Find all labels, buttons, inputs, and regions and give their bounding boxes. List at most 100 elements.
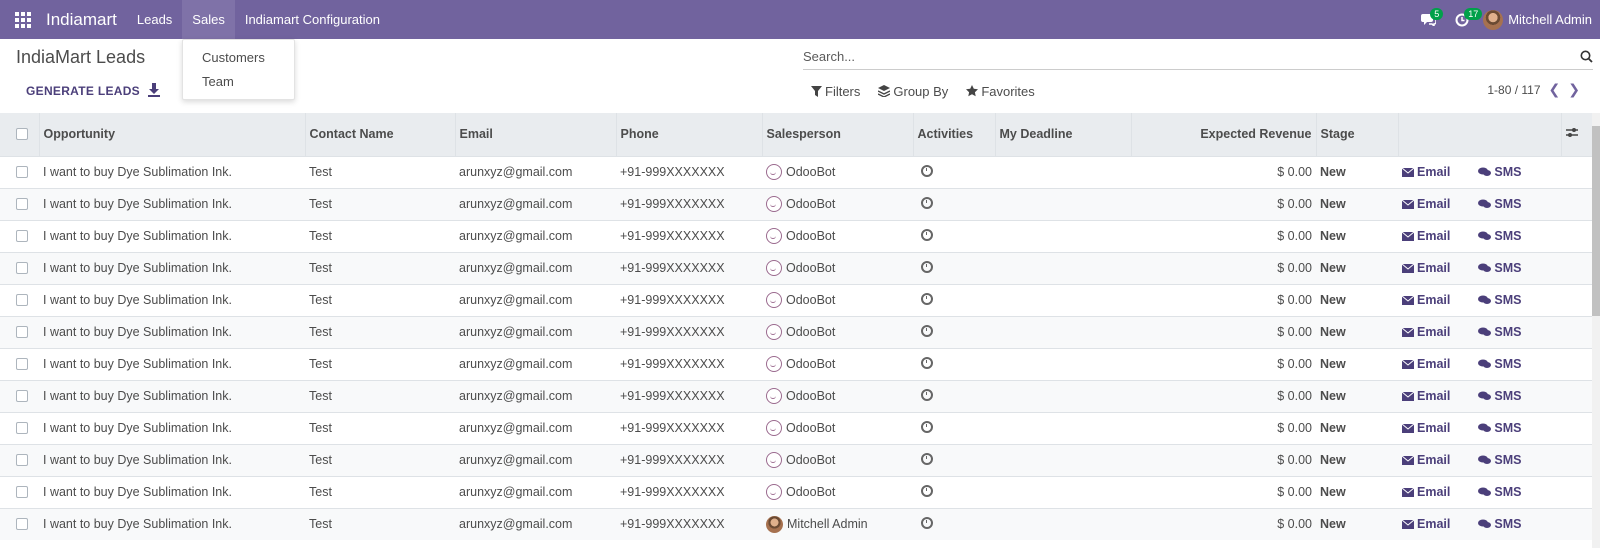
cell-phone[interactable]: +91-999XXXXXXX [616, 412, 762, 444]
email-action-button[interactable]: Email [1402, 261, 1450, 275]
cell-salesperson[interactable]: Mitchell Admin [762, 508, 913, 540]
sliders-icon[interactable] [1565, 127, 1578, 138]
column-stage[interactable]: Stage [1315, 113, 1398, 156]
app-brand[interactable]: Indiamart [46, 10, 117, 30]
row-select-cell[interactable] [0, 444, 39, 476]
cell-contact-name[interactable]: Test [305, 284, 455, 316]
cell-contact-name[interactable]: Test [305, 156, 455, 188]
groupby-toggle[interactable]: Group By [878, 84, 948, 99]
cell-email[interactable]: arunxyz@gmail.com [455, 252, 616, 284]
column-salesperson[interactable]: Salesperson [761, 113, 913, 156]
row-select-cell[interactable] [0, 412, 39, 444]
cell-contact-name[interactable]: Test [305, 220, 455, 252]
cell-opportunity[interactable]: I want to buy Dye Sublimation Ink. [39, 220, 305, 252]
cell-email[interactable]: arunxyz@gmail.com [455, 284, 616, 316]
activity-clock-icon[interactable] [921, 196, 933, 209]
menu-leads[interactable]: Leads [127, 0, 182, 39]
email-action-button[interactable]: Email [1402, 165, 1450, 179]
activity-clock-icon[interactable] [921, 324, 933, 337]
row-checkbox[interactable] [16, 294, 28, 306]
email-action-button[interactable]: Email [1402, 293, 1450, 307]
activity-clock-icon[interactable] [921, 292, 933, 305]
row-checkbox[interactable] [16, 486, 28, 498]
cell-phone[interactable]: +91-999XXXXXXX [616, 476, 762, 508]
sms-action-button[interactable]: SMS [1478, 485, 1521, 499]
cell-opportunity[interactable]: I want to buy Dye Sublimation Ink. [39, 284, 305, 316]
search-icon[interactable] [1580, 50, 1593, 63]
cell-phone[interactable]: +91-999XXXXXXX [616, 508, 762, 540]
email-action-button[interactable]: Email [1402, 357, 1450, 371]
dropdown-item-team[interactable]: Team [183, 72, 294, 96]
cell-activities[interactable] [913, 284, 995, 316]
column-contact-name[interactable]: Contact Name [304, 113, 455, 156]
table-row[interactable]: I want to buy Dye Sublimation Ink. Test ar… [0, 252, 1592, 284]
column-activities[interactable]: Activities [912, 113, 995, 156]
generate-leads-button[interactable]: GENERATE LEADS [20, 80, 146, 102]
table-row[interactable]: I want to buy Dye Sublimation Ink. Test ar… [0, 412, 1592, 444]
cell-salesperson[interactable]: OdooBot [762, 188, 913, 220]
cell-opportunity[interactable]: I want to buy Dye Sublimation Ink. [39, 380, 305, 412]
cell-contact-name[interactable]: Test [305, 316, 455, 348]
row-checkbox[interactable] [16, 390, 28, 402]
pager-value[interactable]: 1-80 / 117 [1487, 83, 1540, 97]
cell-phone[interactable]: +91-999XXXXXXX [616, 348, 762, 380]
cell-email[interactable]: arunxyz@gmail.com [455, 476, 616, 508]
cell-phone[interactable]: +91-999XXXXXXX [616, 380, 762, 412]
cell-activities[interactable] [913, 380, 995, 412]
cell-opportunity[interactable]: I want to buy Dye Sublimation Ink. [39, 188, 305, 220]
cell-activities[interactable] [913, 156, 995, 188]
row-checkbox[interactable] [16, 166, 28, 178]
cell-activities[interactable] [913, 252, 995, 284]
row-select-cell[interactable] [0, 252, 39, 284]
activity-clock-icon[interactable] [921, 452, 933, 465]
row-select-cell[interactable] [0, 220, 39, 252]
cell-email[interactable]: arunxyz@gmail.com [455, 412, 616, 444]
email-action-button[interactable]: Email [1402, 517, 1450, 531]
cell-opportunity[interactable]: I want to buy Dye Sublimation Ink. [39, 348, 305, 380]
row-select-cell[interactable] [0, 188, 39, 220]
cell-phone[interactable]: +91-999XXXXXXX [616, 252, 762, 284]
activity-clock-icon[interactable] [921, 516, 933, 529]
table-row[interactable]: I want to buy Dye Sublimation Ink. Test ar… [0, 156, 1592, 188]
activity-clock-icon[interactable] [921, 164, 933, 177]
activity-clock-icon[interactable] [921, 260, 933, 273]
cell-salesperson[interactable]: OdooBot [762, 348, 913, 380]
sms-action-button[interactable]: SMS [1478, 517, 1521, 531]
activity-clock-icon[interactable] [921, 388, 933, 401]
cell-opportunity[interactable]: I want to buy Dye Sublimation Ink. [39, 316, 305, 348]
optional-columns-toggle[interactable] [1560, 113, 1592, 156]
sms-action-button[interactable]: SMS [1478, 197, 1521, 211]
cell-opportunity[interactable]: I want to buy Dye Sublimation Ink. [39, 508, 305, 540]
row-checkbox[interactable] [16, 422, 28, 434]
cell-phone[interactable]: +91-999XXXXXXX [616, 188, 762, 220]
cell-activities[interactable] [913, 476, 995, 508]
column-opportunity[interactable]: Opportunity [38, 113, 305, 156]
column-expected-revenue[interactable]: Expected Revenue [1130, 113, 1316, 156]
table-row[interactable]: I want to buy Dye Sublimation Ink. Test ar… [0, 188, 1592, 220]
cell-email[interactable]: arunxyz@gmail.com [455, 444, 616, 476]
download-icon[interactable] [147, 82, 161, 98]
cell-contact-name[interactable]: Test [305, 252, 455, 284]
sms-action-button[interactable]: SMS [1478, 421, 1521, 435]
cell-phone[interactable]: +91-999XXXXXXX [616, 284, 762, 316]
cell-email[interactable]: arunxyz@gmail.com [455, 348, 616, 380]
cell-activities[interactable] [913, 348, 995, 380]
email-action-button[interactable]: Email [1402, 197, 1450, 211]
cell-activities[interactable] [913, 316, 995, 348]
cell-contact-name[interactable]: Test [305, 348, 455, 380]
row-select-cell[interactable] [0, 156, 39, 188]
activity-clock-icon[interactable] [921, 420, 933, 433]
row-checkbox[interactable] [16, 518, 28, 531]
cell-opportunity[interactable]: I want to buy Dye Sublimation Ink. [39, 444, 305, 476]
email-action-button[interactable]: Email [1402, 229, 1450, 243]
cell-phone[interactable]: +91-999XXXXXXX [616, 156, 762, 188]
row-checkbox[interactable] [16, 454, 28, 466]
cell-phone[interactable]: +91-999XXXXXXX [616, 316, 762, 348]
cell-contact-name[interactable]: Test [305, 444, 455, 476]
table-row[interactable]: I want to buy Dye Sublimation Ink. Test ar… [0, 444, 1592, 476]
activities-button[interactable]: 17 [1445, 0, 1483, 39]
cell-opportunity[interactable]: I want to buy Dye Sublimation Ink. [39, 476, 305, 508]
scrollbar-thumb[interactable] [1592, 126, 1600, 316]
pager-previous-icon[interactable]: ❮ [1549, 81, 1561, 98]
messages-button[interactable]: 5 [1411, 0, 1445, 39]
